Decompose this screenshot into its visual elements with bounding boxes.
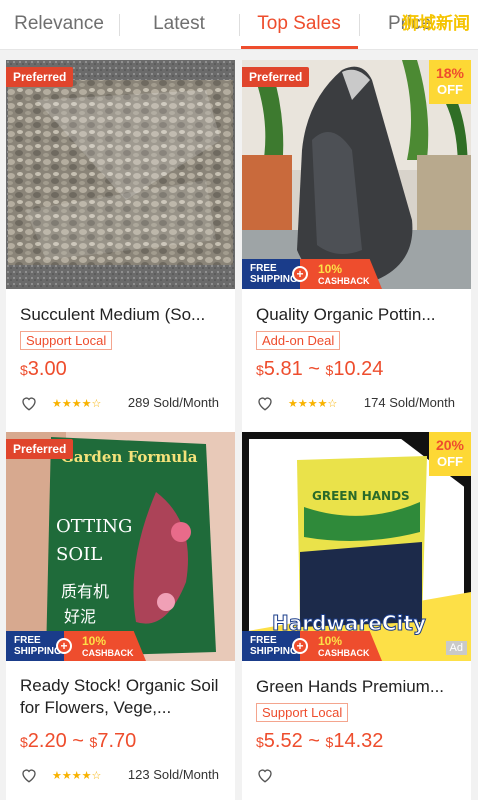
monthly-sold-count: 289 Sold/Month [127,395,219,410]
heart-icon[interactable] [256,394,274,412]
product-title[interactable]: Succulent Medium (So... [20,305,225,325]
product-title[interactable]: Ready Stock! Organic Soil for Flowers, V… [20,675,225,719]
active-tab-indicator [241,46,358,49]
product-meta: ★★★★☆ 123 Sold/Month [20,766,225,786]
sort-tabs: Relevance Latest Top Sales Price 狮城新闻 [0,0,478,50]
preferred-badge: Preferred [6,439,74,459]
support-local-tag: Support Local [256,703,349,722]
shipping-cashback-banner: FREE SHIPPING + 10% CASHBACK [242,631,382,661]
product-title[interactable]: Quality Organic Pottin... [256,305,461,325]
svg-text:质有机: 质有机 [61,582,109,601]
heart-icon[interactable] [20,394,38,412]
product-price: $5.81 ~ $10.24 [256,358,384,380]
potting-soil-bag-image: Garden Formula OTTING SOIL 质有机 好泥 [6,432,235,661]
plus-icon: + [56,638,72,654]
cashback-label: 10% CASHBACK [64,631,146,661]
svg-text:SOIL: SOIL [56,544,102,565]
star-rating-icon: ★★★★☆ [52,398,102,410]
tab-latest[interactable]: Latest [120,0,238,50]
product-card[interactable]: Preferred Succulent Medium (So... Suppor… [6,60,235,433]
product-image[interactable]: Preferred [6,60,235,289]
cashback-label: 10% CASHBACK [300,259,382,289]
product-image[interactable]: GREEN HANDS HardwareCity 20% OFF FREE SHI… [242,432,471,661]
heart-icon[interactable] [20,766,38,784]
product-price: $5.52 ~ $14.32 [256,730,384,752]
tab-relevance[interactable]: Relevance [0,0,118,50]
product-image[interactable]: Garden Formula OTTING SOIL 质有机 好泥 Prefer… [6,432,235,661]
svg-text:OTTING: OTTING [56,516,132,537]
plus-icon: + [292,638,308,654]
svg-text:Garden Formula: Garden Formula [61,448,198,466]
tab-top-sales[interactable]: Top Sales [240,0,358,50]
product-card[interactable]: Garden Formula OTTING SOIL 质有机 好泥 Prefer… [6,432,235,800]
heart-icon[interactable] [256,766,274,784]
star-rating-icon: ★★★★☆ [52,770,102,782]
add-on-deal-tag: Add-on Deal [256,331,341,350]
product-card[interactable]: Preferred 18% OFF FREE SHIPPING + 10% CASH… [242,60,471,433]
gravel-bag-image [6,60,235,289]
preferred-badge: Preferred [6,67,74,87]
support-local-tag: Support Local [20,331,113,350]
watermark-logo: 狮城新闻 [402,14,470,34]
product-meta: ★★★★☆ 174 Sold/Month [256,394,461,414]
cashback-label: 10% CASHBACK [300,631,382,661]
monthly-sold-count: 123 Sold/Month [127,767,219,782]
preferred-badge: Preferred [242,67,310,87]
discount-badge: 18% OFF [429,60,471,104]
plus-icon: + [292,266,308,282]
svg-text:GREEN HANDS: GREEN HANDS [312,489,410,503]
star-rating-icon: ★★★★☆ [288,398,338,410]
shipping-cashback-banner: FREE SHIPPING + 10% CASHBACK [6,631,146,661]
product-meta: ★★★★☆ 289 Sold/Month [20,394,225,414]
product-price: $3.00 [20,358,67,380]
discount-badge: 20% OFF [429,432,471,476]
product-meta [256,766,461,786]
monthly-sold-count: 174 Sold/Month [363,395,455,410]
product-price: $2.20 ~ $7.70 [20,730,137,752]
shipping-cashback-banner: FREE SHIPPING + 10% CASHBACK [242,259,382,289]
ad-badge: Ad [445,641,467,655]
svg-text:好泥: 好泥 [64,607,96,626]
product-title[interactable]: Green Hands Premium... [256,677,461,697]
product-card[interactable]: GREEN HANDS HardwareCity 20% OFF FREE SHI… [242,432,471,800]
product-image[interactable]: Preferred 18% OFF FREE SHIPPING + 10% CASH… [242,60,471,289]
